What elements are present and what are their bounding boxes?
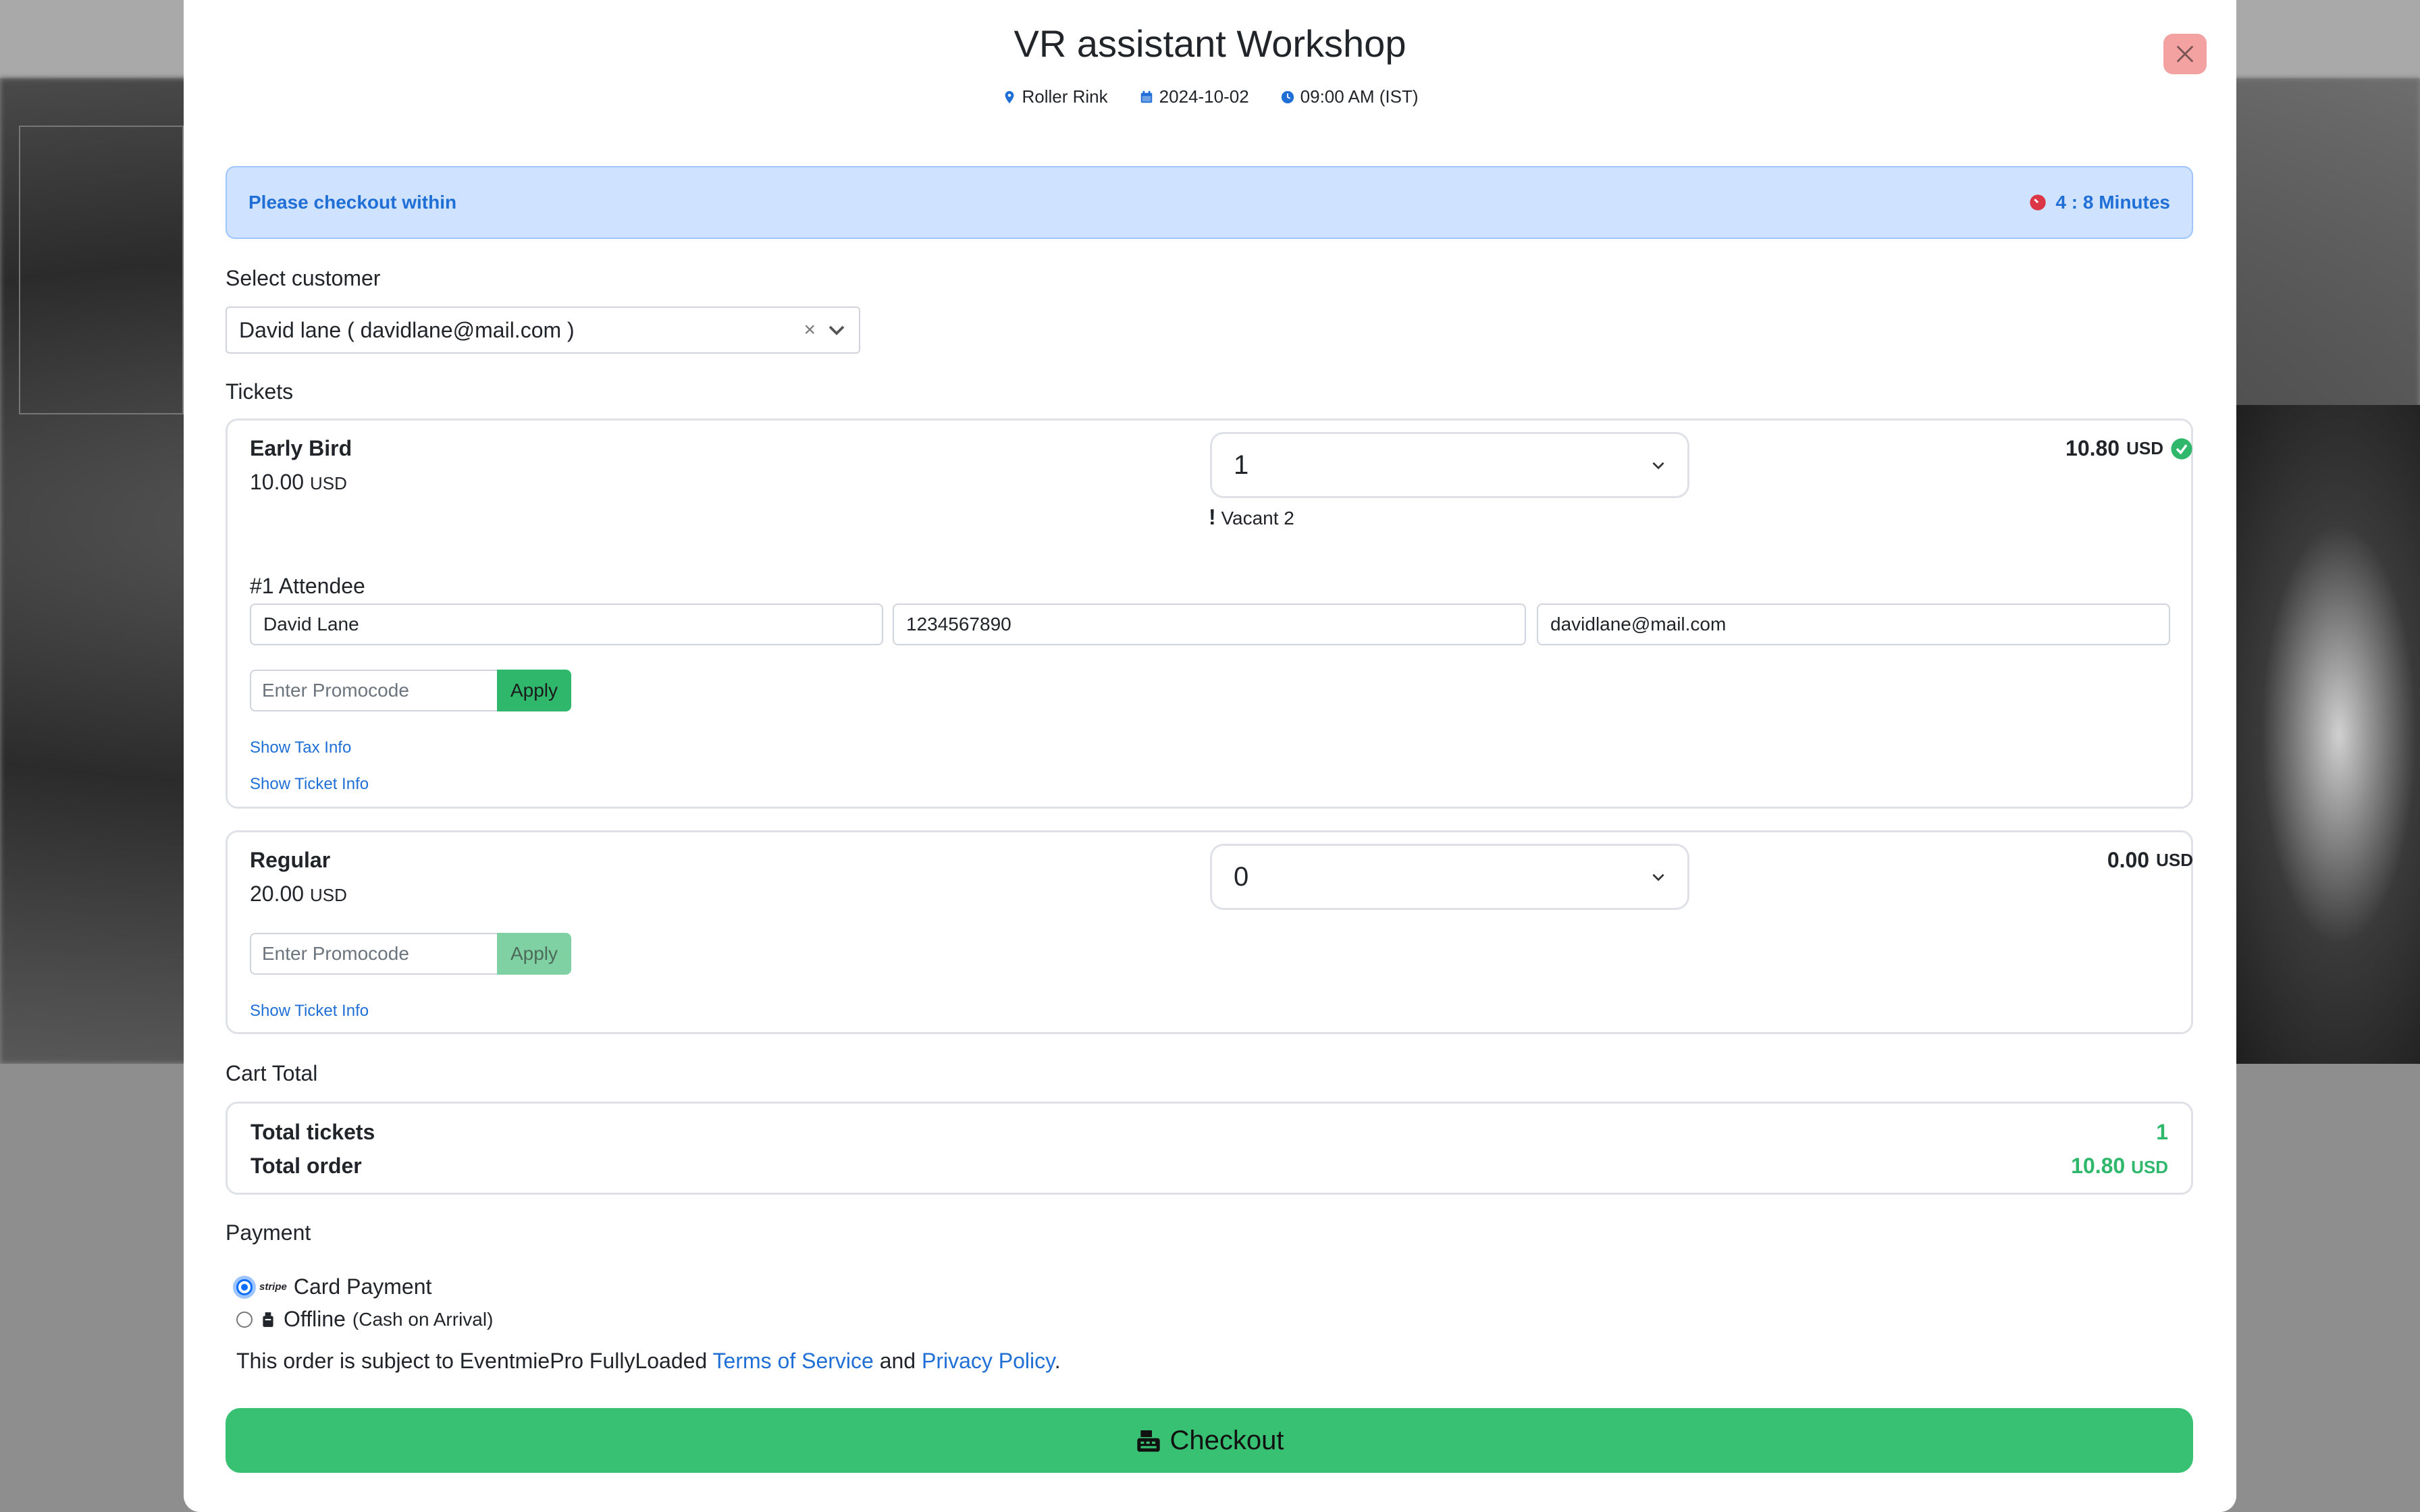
promocode-placeholder: Enter Promocode — [262, 680, 409, 701]
attendee-email-field[interactable]: davidlane@mail.com — [1537, 603, 2170, 645]
show-ticket-info-link[interactable]: Show Ticket Info — [250, 1002, 369, 1021]
terms-notice: This order is subject to EventmiePro Ful… — [236, 1349, 1061, 1374]
customer-selected-value: David lane ( davidlane@mail.com ) — [239, 317, 575, 342]
offline-payment-label: Offline — [284, 1307, 346, 1331]
ticket-line-total: 0.00 USD — [2107, 848, 2193, 873]
terms-of-service-link[interactable]: Terms of Service — [713, 1349, 874, 1373]
countdown: 4 : 8 Minutes — [2028, 192, 2170, 213]
attendee-phone-value: 1234567890 — [906, 614, 1011, 634]
attendee-email-value: davidlane@mail.com — [1550, 614, 1727, 634]
promocode-group: Enter Promocode Apply — [250, 670, 577, 711]
customer-select[interactable]: David lane ( davidlane@mail.com ) × — [226, 306, 860, 354]
chevron-down-icon — [828, 325, 845, 335]
attendee-name-value: David Lane — [263, 614, 359, 634]
total-order-label: Total order — [251, 1154, 362, 1178]
date-text: 2024-10-02 — [1159, 86, 1249, 107]
attendee-name-field[interactable]: David Lane — [250, 603, 883, 645]
total-tickets-row: Total tickets 1 — [251, 1120, 2168, 1145]
ticket-name: Early Bird — [250, 436, 352, 460]
total-order-value: 10.80 — [2071, 1154, 2126, 1178]
event-venue: Roller Rink — [1002, 86, 1108, 107]
ticket-price-value: 10.00 — [250, 470, 305, 494]
offline-payment-radio[interactable] — [236, 1311, 253, 1328]
total-order-currency: USD — [2131, 1157, 2168, 1177]
payment-option-offline[interactable]: Offline (Cash on Arrival) — [236, 1307, 493, 1332]
apply-promo-button[interactable]: Apply — [497, 933, 571, 975]
payment-label: Payment — [226, 1220, 311, 1245]
ticket-total-currency: USD — [2156, 850, 2193, 870]
ticket-price-currency: USD — [309, 885, 347, 905]
ticket-price: 10.00 USD — [250, 470, 347, 495]
ticket-card-regular — [226, 830, 2193, 1034]
vacant-warning-mark: ! — [1209, 505, 1216, 529]
backdrop-frame — [19, 126, 184, 414]
checkout-label: Checkout — [1169, 1425, 1284, 1455]
select-customer-label: Select customer — [226, 266, 381, 290]
ticket-total-currency: USD — [2126, 438, 2163, 458]
cart-summary: Total tickets 1 Total order 10.80 USD — [226, 1102, 2193, 1195]
ticket-price-currency: USD — [309, 473, 347, 493]
backdrop-hero-right — [2217, 405, 2420, 1064]
ticket-price-value: 20.00 — [250, 882, 305, 906]
chevron-down-icon — [1652, 462, 1664, 470]
stripe-logo: stripe — [259, 1281, 287, 1293]
ticket-quantity-select[interactable]: 0 — [1210, 844, 1689, 910]
promocode-input[interactable]: Enter Promocode — [250, 670, 497, 711]
cash-register-icon — [1136, 1430, 1160, 1452]
card-payment-radio[interactable] — [236, 1278, 253, 1295]
total-order-amount: 10.80 USD — [2071, 1154, 2168, 1179]
quantity-value: 0 — [1234, 861, 1249, 892]
total-order-row: Total order 10.80 USD — [251, 1154, 2168, 1179]
ticket-price: 20.00 USD — [250, 882, 347, 907]
calendar-icon — [1140, 90, 1152, 103]
terms-and: and — [873, 1349, 922, 1373]
cash-register-icon — [263, 1312, 273, 1327]
privacy-policy-link[interactable]: Privacy Policy — [922, 1349, 1055, 1373]
map-pin-icon — [1005, 90, 1014, 103]
countdown-text: 4 : 8 Minutes — [2055, 192, 2170, 213]
clock-icon — [1281, 90, 1294, 103]
promocode-input[interactable]: Enter Promocode — [250, 933, 497, 975]
ticket-total-value: 0.00 — [2107, 848, 2150, 872]
event-meta: Roller Rink 2024-10-02 09:00 AM (IST) — [184, 86, 2236, 107]
event-date: 2024-10-02 — [1139, 86, 1249, 107]
ticket-total-value: 10.80 — [2066, 436, 2120, 460]
show-tax-info-link[interactable]: Show Tax Info — [250, 738, 351, 757]
alert-message: Please checkout within — [248, 192, 457, 213]
ticket-name: Regular — [250, 848, 331, 872]
attendee-label: #1 Attendee — [250, 574, 365, 598]
terms-suffix: . — [1054, 1349, 1061, 1373]
cart-total-label: Cart Total — [226, 1061, 318, 1085]
attendee-phone-field[interactable]: 1234567890 — [893, 603, 1526, 645]
time-text: 09:00 AM (IST) — [1300, 86, 1419, 107]
total-tickets-value: 1 — [2156, 1120, 2168, 1144]
tickets-label: Tickets — [226, 379, 294, 404]
offline-payment-note: (Cash on Arrival) — [352, 1308, 494, 1330]
event-title: VR assistant Workshop — [1014, 22, 1406, 65]
vacant-seats: ! Vacant 2 — [1209, 505, 1294, 530]
stopwatch-icon — [2030, 194, 2047, 211]
checkout-button[interactable]: Checkout — [226, 1408, 2193, 1473]
event-time: 09:00 AM (IST) — [1280, 86, 1419, 107]
promocode-group: Enter Promocode Apply — [250, 933, 577, 975]
ticket-line-total: 10.80 USD — [2066, 436, 2193, 461]
promocode-placeholder: Enter Promocode — [262, 943, 409, 964]
venue-text: Roller Rink — [1022, 86, 1108, 107]
terms-prefix: This order is subject to EventmiePro Ful… — [236, 1349, 713, 1373]
apply-promo-button[interactable]: Apply — [497, 670, 571, 711]
card-payment-label: Card Payment — [293, 1274, 432, 1299]
checkout-timer-alert: Please checkout within 4 : 8 Minutes — [226, 166, 2193, 239]
vacant-text: Vacant 2 — [1221, 508, 1294, 529]
payment-option-card[interactable]: stripe Card Payment — [236, 1274, 431, 1299]
clear-selection-icon[interactable]: × — [804, 319, 816, 342]
total-tickets-label: Total tickets — [251, 1120, 375, 1144]
chevron-down-icon — [1652, 873, 1664, 882]
show-ticket-info-link[interactable]: Show Ticket Info — [250, 775, 369, 794]
quantity-value: 1 — [1234, 450, 1249, 480]
ticket-quantity-select[interactable]: 1 — [1210, 432, 1689, 498]
check-circle-icon — [2171, 437, 2192, 460]
